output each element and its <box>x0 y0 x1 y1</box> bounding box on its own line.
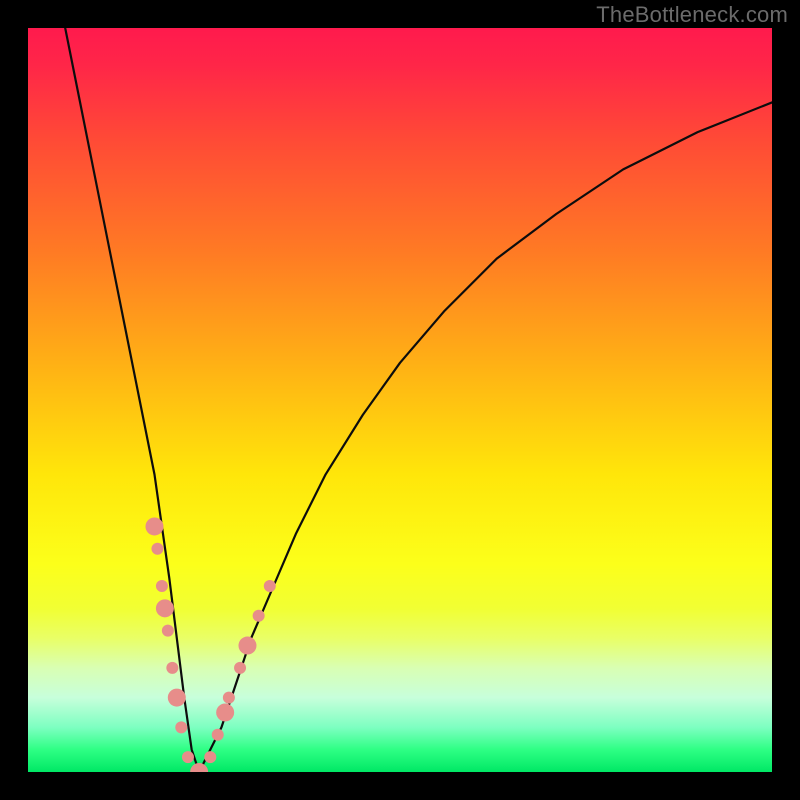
data-marker <box>204 751 216 763</box>
data-marker <box>156 599 174 617</box>
data-marker <box>182 751 194 763</box>
data-marker <box>168 689 186 707</box>
data-marker <box>234 662 246 674</box>
data-marker <box>264 580 276 592</box>
data-marker <box>145 517 163 535</box>
plot-area <box>28 28 772 772</box>
data-marker <box>162 625 174 637</box>
chart-svg <box>28 28 772 772</box>
data-marker <box>253 610 265 622</box>
data-marker <box>223 692 235 704</box>
data-marker <box>156 580 168 592</box>
data-marker <box>151 543 163 555</box>
watermark-text: TheBottleneck.com <box>596 2 788 28</box>
data-marker <box>166 662 178 674</box>
data-marker <box>216 703 234 721</box>
data-marker <box>175 721 187 733</box>
data-marker <box>238 637 256 655</box>
data-marker <box>212 729 224 741</box>
outer-frame: TheBottleneck.com <box>0 0 800 800</box>
